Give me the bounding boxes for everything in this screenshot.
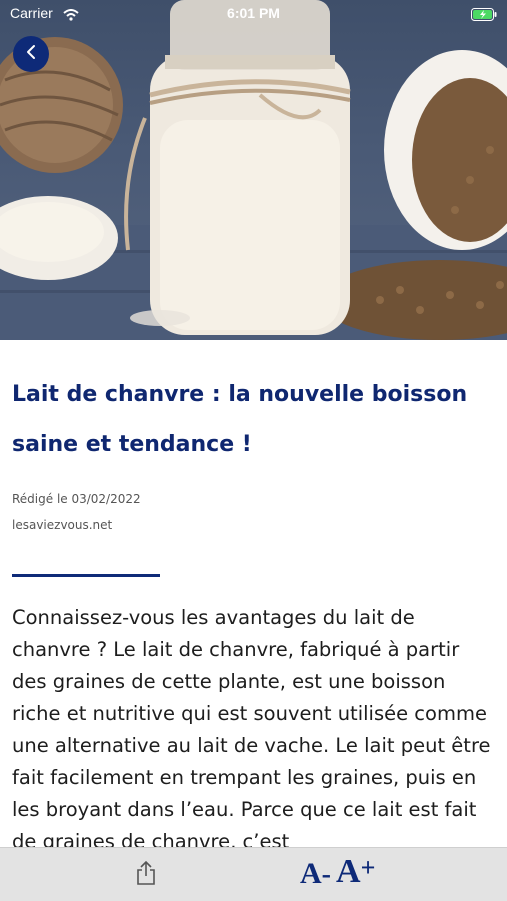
increase-font-button[interactable]: A+ (336, 852, 375, 892)
hero-illustration (0, 0, 507, 340)
share-button[interactable] (134, 860, 158, 890)
article-body: Connaissez-vous les avantages du lait de… (12, 606, 491, 853)
title-divider (12, 574, 160, 577)
article-title: Lait de chanvre : la nouvelle boisson sa… (12, 382, 468, 457)
increase-font-sign: + (360, 853, 376, 882)
back-button[interactable] (13, 36, 49, 72)
status-time: 6:01 PM (227, 5, 280, 21)
article-source: lesaviezvous.net (12, 518, 113, 532)
decrease-font-button[interactable]: A- (300, 856, 331, 893)
share-icon (134, 860, 158, 890)
status-bar: Carrier 6:01 PM (0, 0, 507, 28)
increase-font-letter: A (336, 853, 361, 890)
decrease-font-sign: - (321, 859, 331, 890)
article-date: Rédigé le 03/02/2022 (12, 492, 141, 506)
battery-charging-icon (471, 6, 497, 25)
hero-image (0, 0, 507, 340)
chevron-left-icon (25, 44, 37, 64)
decrease-font-letter: A (300, 857, 322, 890)
bottom-toolbar: A- A+ (0, 847, 507, 901)
